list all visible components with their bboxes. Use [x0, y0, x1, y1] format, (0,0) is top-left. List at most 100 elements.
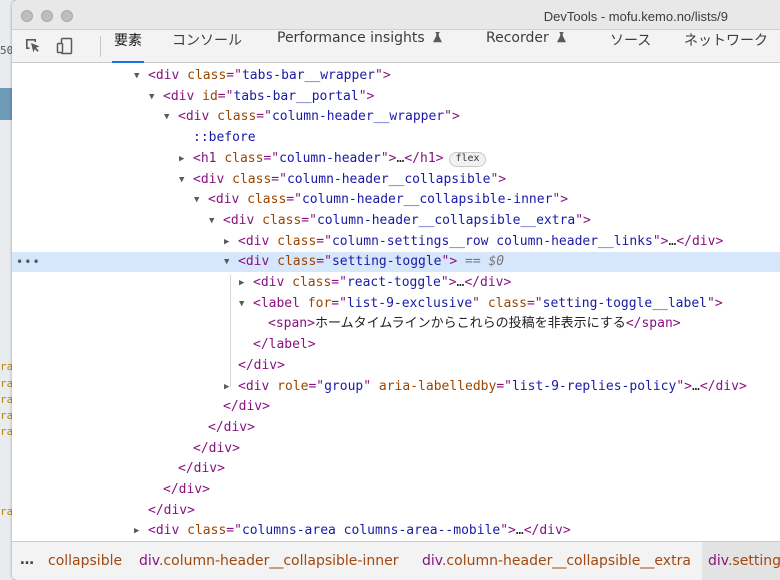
dom-node-line[interactable]: </div> [12, 501, 780, 521]
expand-arrow-icon[interactable]: ▶ [179, 149, 189, 169]
dom-node-markup: </div> [193, 439, 240, 459]
markup-token: setting-toggle [331, 254, 442, 270]
collapse-arrow-icon[interactable]: ▼ [134, 66, 144, 86]
dom-node-line[interactable]: </div> [12, 439, 780, 459]
title-bar: DevTools - mofu.kemo.no/lists/9 [12, 0, 780, 30]
collapse-arrow-icon[interactable]: ▼ [224, 252, 234, 272]
expand-arrow-icon[interactable]: ▶ [224, 232, 234, 252]
dom-node-line[interactable]: ▶ <div class="react-toggle">…</div> [12, 273, 780, 293]
expand-arrow-icon[interactable]: ▶ [224, 377, 234, 397]
dom-node-line[interactable]: </label> [12, 335, 780, 355]
markup-token: class [487, 295, 527, 311]
markup-token: "> [444, 109, 460, 125]
dom-node-line[interactable]: ▼ <div class="column-header__collapsible-… [12, 190, 780, 210]
markup-token: class [217, 109, 257, 125]
markup-token: column-header__wrapper [271, 109, 445, 125]
dom-node-markup: </div> [208, 418, 255, 438]
dom-node-line[interactable]: ▼ <div class="column-header__collapsible"… [12, 170, 780, 190]
dom-node-line[interactable]: ▼ <div class="column-header__wrapper"> [12, 107, 780, 127]
tab-elements[interactable]: 要素 [112, 30, 144, 63]
collapse-arrow-icon[interactable]: ▼ [209, 211, 219, 231]
dom-node-line[interactable]: ▼ <div id="tabs-bar__portal"> [12, 87, 780, 107]
breadcrumb-tag: div [139, 553, 159, 569]
markup-token: tabs-bar__wrapper [241, 68, 375, 83]
breadcrumb-item[interactable]: collapsible [46, 542, 122, 580]
markup-token: </h1> [404, 150, 444, 166]
collapse-arrow-icon[interactable]: ▼ [164, 107, 174, 127]
markup-token: <div [253, 275, 293, 290]
markup-token: column-header__collapsible-inner [301, 192, 553, 208]
markup-token: aria-labelledby [378, 378, 497, 394]
tab-console[interactable]: コンソール [172, 30, 242, 63]
dom-node-line[interactable]: ▶ <div class="column-settings__row column… [12, 232, 780, 252]
markup-token: <span> [268, 316, 315, 332]
dom-node-selected[interactable]: ▼ ••• <div class="setting-toggle"> == $0 [12, 252, 780, 273]
dom-node-markup: <div class="column-header__collapsible-i… [208, 190, 568, 210]
markup-token: </div> [238, 357, 285, 373]
collapse-arrow-icon[interactable]: ▼ [179, 170, 189, 190]
breadcrumb-item-current[interactable]: div.setting [702, 542, 780, 580]
dom-node-markup: <label for="list-9-exclusive" class="set… [253, 294, 723, 314]
close-window-button[interactable] [21, 10, 33, 22]
markup-token: <div [238, 378, 278, 394]
dom-node-line[interactable]: ▼ <label for="list-9-exclusive" class="se… [12, 294, 780, 314]
expand-arrow-icon[interactable]: ▶ [239, 273, 249, 293]
dom-node-line[interactable]: <span>ホームタイムラインからこれらの投稿を非表示にする</span> [12, 314, 780, 334]
markup-token: "> [440, 275, 457, 290]
collapse-arrow-icon[interactable]: ▼ [194, 190, 204, 210]
flex-badge[interactable]: flex [449, 151, 486, 167]
dom-node-markup: </div> [163, 480, 210, 500]
markup-token: "> [707, 295, 723, 311]
dom-tree-panel[interactable]: ▼ <div class="tabs-bar__wrapper"> ▼ <div id… [12, 64, 780, 540]
dom-node-line[interactable]: ▶ <div class="columns-area columns-area--… [12, 521, 780, 541]
dom-node-line[interactable]: ▶ <h1 class="column-header">…</h1> flex [12, 149, 780, 169]
breadcrumb-class: .column-header__collapsible-inner [158, 553, 399, 569]
inspect-element-icon[interactable] [24, 37, 42, 55]
dom-node-line[interactable]: </div> [12, 418, 780, 438]
background-text: ra [0, 409, 12, 422]
breadcrumb-item[interactable]: div.column-header__collapsible__extra [419, 542, 694, 580]
markup-token: "> [575, 212, 591, 228]
breadcrumb-overflow-button[interactable]: … [20, 552, 34, 568]
dom-node-markup: <div class="column-header__collapsible"> [193, 170, 506, 190]
markup-token: ::before [193, 130, 256, 146]
dom-node-line[interactable]: </div> [12, 397, 780, 417]
dom-node-line[interactable]: ▼ <div class="column-header__collapsible_… [12, 211, 780, 231]
markup-token: =" [256, 109, 272, 125]
tab-recorder[interactable]: Recorder [486, 30, 567, 63]
collapse-arrow-icon[interactable]: ▼ [149, 87, 159, 107]
minimize-window-button[interactable] [41, 10, 53, 22]
markup-token: ホームタイムラインからこれらの投稿を非表示にする [314, 316, 626, 332]
background-banner [0, 88, 12, 120]
dom-node-line[interactable]: ▶ <div role="group" aria-labelledby="list… [12, 377, 780, 397]
dom-node-line[interactable]: </div> [12, 480, 780, 500]
breadcrumb-item[interactable]: div.column-header__collapsible-inner [136, 542, 401, 580]
device-toolbar-icon[interactable] [56, 37, 74, 55]
dom-node-line[interactable]: </div> [12, 459, 780, 479]
dom-node-line[interactable]: ▼ <div class="tabs-bar__wrapper"> [12, 66, 780, 86]
markup-token: "> [676, 378, 692, 394]
breadcrumb-bar: … collapsible div.column-header__collaps… [12, 541, 780, 580]
dom-node-line[interactable]: </div> [12, 356, 780, 376]
node-actions-dots[interactable]: ••• [16, 252, 41, 272]
tab-network[interactable]: ネットワーク [684, 30, 768, 63]
markup-token: "> [375, 68, 391, 83]
markup-token: <div [178, 109, 218, 125]
tab-performance-insights[interactable]: Performance insights [277, 30, 443, 63]
zoom-window-button[interactable] [61, 10, 73, 22]
markup-token: column-settings__row column-header__link… [331, 233, 653, 249]
collapse-arrow-icon[interactable]: ▼ [239, 294, 249, 314]
dom-node-markup: <div id="tabs-bar__portal"> [163, 87, 374, 107]
dom-node-markup: </div> [238, 356, 285, 376]
dom-node-line[interactable]: ::before [12, 128, 780, 148]
markup-token: class [247, 192, 287, 208]
markup-token: … [515, 523, 524, 539]
markup-token: <h1 [193, 150, 225, 166]
markup-token: <div [238, 254, 278, 270]
tab-sources[interactable]: ソース [610, 30, 651, 63]
experimental-flask-icon [433, 32, 443, 43]
markup-token: =" [301, 212, 317, 228]
expand-arrow-icon[interactable]: ▶ [134, 521, 144, 541]
markup-token: </div> [676, 233, 724, 249]
markup-token: =" [496, 378, 512, 394]
